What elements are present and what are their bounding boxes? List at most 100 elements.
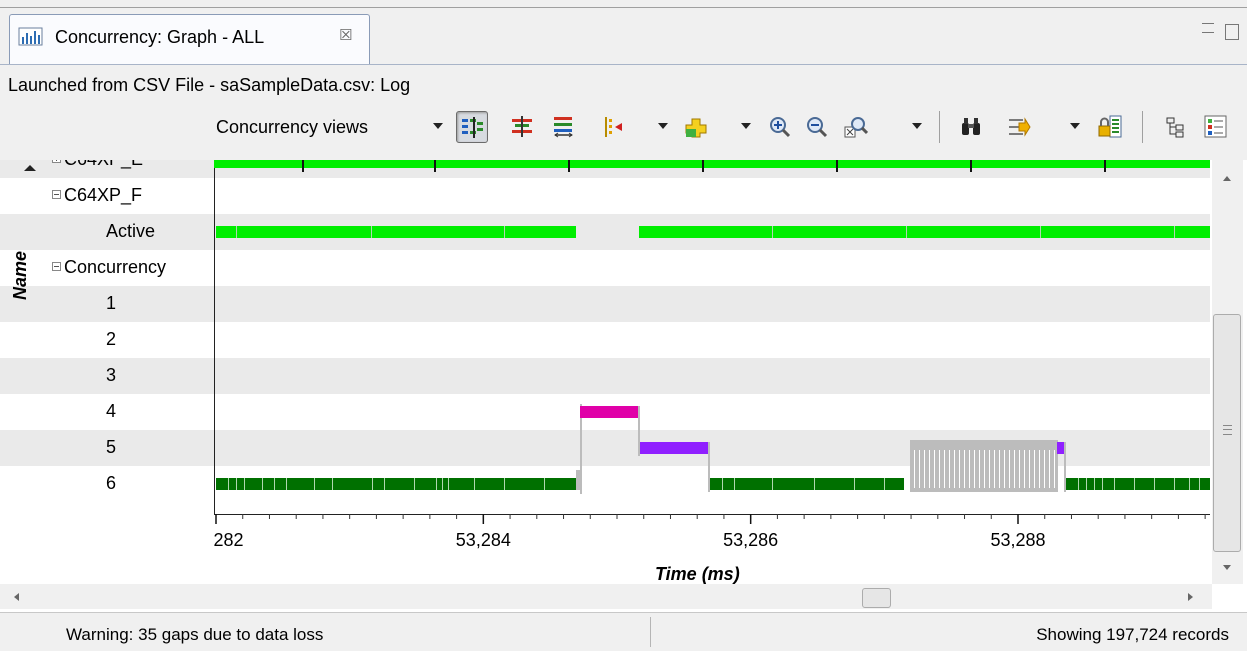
toolbar-separator: [939, 111, 940, 143]
view-header: Launched from CSV File - saSampleData.cs…: [0, 64, 1247, 160]
zoom-fit-button[interactable]: [840, 111, 872, 143]
transition-gap: [949, 450, 950, 488]
x-tick-label: 53,286: [723, 530, 778, 550]
concurrency-6-bar: [1066, 478, 1210, 490]
concurrency-6-bar-separator: [1078, 478, 1079, 490]
transition-gap: [999, 450, 1000, 488]
split-view-button[interactable]: [506, 111, 538, 143]
zoom-in-button[interactable]: [764, 111, 796, 143]
collapse-icon[interactable]: [52, 262, 61, 271]
navigate-back-button[interactable]: [598, 111, 630, 143]
row-label: 5: [106, 437, 117, 457]
expand-icon[interactable]: [52, 160, 61, 163]
row-label: C64XP_E: [64, 160, 143, 170]
grip-icon: [1223, 425, 1232, 435]
concurrency-6-bar-separator: [442, 478, 443, 490]
concurrency-6-bar-separator: [474, 478, 475, 490]
status-bar: Warning: 35 gaps due to data loss Showin…: [0, 612, 1247, 651]
row-stripe: [214, 286, 1210, 322]
transition-gap: [939, 450, 940, 488]
collapse-icon[interactable]: [52, 190, 61, 199]
row-c64xp-f[interactable]: C64XP_F: [0, 178, 214, 214]
concurrency-6-bar-separator: [1174, 478, 1175, 490]
legend-button[interactable]: [1200, 111, 1232, 143]
concurrency-6-bar-separator: [414, 478, 415, 490]
row-1[interactable]: 1: [0, 286, 214, 322]
transition-gap: [1014, 450, 1015, 488]
concurrency-6-bar-separator: [244, 478, 245, 490]
transition-gap: [929, 450, 930, 488]
c64xp-e-tick: [836, 160, 838, 172]
graph-view-button[interactable]: [456, 111, 488, 143]
concurrency-5-bar: [640, 442, 708, 454]
row-5[interactable]: 5: [0, 430, 214, 466]
filter-dropdown-arrow[interactable]: [1070, 123, 1080, 129]
c64xp-e-active-bar: [214, 160, 1210, 168]
concurrency-6-bar-separator: [772, 478, 773, 490]
navigate-dropdown-arrow[interactable]: [658, 123, 668, 129]
row-active[interactable]: Active: [0, 214, 214, 250]
zoom-out-button[interactable]: [801, 111, 833, 143]
find-button[interactable]: [955, 111, 987, 143]
tab-concurrency-graph[interactable]: Concurrency: Graph - ALL ☒: [9, 14, 370, 64]
name-axis-title: Name: [10, 250, 30, 300]
vertical-scroll-thumb[interactable]: [1213, 314, 1241, 552]
concurrency-6-bar-separator: [884, 478, 885, 490]
concurrency-6-bar: [710, 478, 904, 490]
highlight-button[interactable]: [680, 111, 712, 143]
transition-gap: [964, 450, 965, 488]
concurrency-6-bar-separator: [1114, 478, 1115, 490]
vertical-scrollbar[interactable]: [1212, 160, 1243, 584]
transition-gap: [1019, 450, 1020, 488]
scroll-right-arrow-icon[interactable]: [1188, 593, 1193, 601]
concurrency-5-bar: [1057, 442, 1064, 454]
horizontal-scroll-thumb[interactable]: [862, 588, 891, 608]
active-bar-separator: [906, 226, 907, 238]
transition-line: [1064, 442, 1066, 492]
row-4[interactable]: 4: [0, 394, 214, 430]
filter-button[interactable]: [1003, 111, 1035, 143]
scroll-up-icon[interactable]: [23, 164, 37, 172]
lock-button[interactable]: [1094, 111, 1126, 143]
transition-line: [638, 406, 640, 456]
concurrency-6-bar-separator: [544, 478, 545, 490]
horizontal-scrollbar[interactable]: [0, 584, 1212, 609]
row-label: 2: [106, 329, 117, 349]
close-icon[interactable]: ☒: [339, 26, 352, 44]
x-tick-label: 53,288: [990, 530, 1045, 550]
row-label: 6: [106, 473, 117, 493]
concurrency-6-bar: [216, 478, 576, 490]
editor-tab-bar: Concurrency: Graph - ALL ☒: [0, 0, 1247, 64]
split-view-icon: [512, 116, 532, 137]
row-6[interactable]: 6: [0, 466, 214, 502]
range-view-button[interactable]: [548, 111, 580, 143]
transition-gap: [919, 450, 920, 488]
row-2[interactable]: 2: [0, 322, 214, 358]
active-bar-separator: [236, 226, 237, 238]
concurrency-6-bar-separator: [448, 478, 449, 490]
graph-canvas[interactable]: 53,282 53,284 53,286 53,288: [214, 160, 1210, 584]
transition-gap: [959, 450, 960, 488]
x-axis-title: Time (ms): [655, 564, 740, 584]
zoom-out-icon: [807, 117, 828, 138]
highlight-dropdown-arrow[interactable]: [741, 123, 751, 129]
row-label: Active: [106, 221, 156, 241]
concurrency-6-bar-separator: [814, 478, 815, 490]
tab-bar-border: [0, 7, 1247, 8]
transition-gap: [1024, 450, 1025, 488]
zoom-fit-icon: [844, 117, 868, 138]
scroll-up-arrow-icon[interactable]: [1223, 176, 1231, 181]
zoom-dropdown-arrow[interactable]: [912, 123, 922, 129]
maximize-icon[interactable]: [1225, 24, 1239, 40]
row-concurrency[interactable]: Concurrency: [0, 250, 214, 286]
minimize-icon[interactable]: [1202, 23, 1214, 33]
tree-button[interactable]: [1160, 111, 1192, 143]
status-record-count: Showing 197,724 records: [1036, 625, 1229, 644]
scroll-left-arrow-icon[interactable]: [14, 593, 19, 601]
row-3[interactable]: 3: [0, 358, 214, 394]
concurrency-6-bar-separator: [274, 478, 275, 490]
transition-gap: [1034, 450, 1035, 488]
scroll-down-arrow-icon[interactable]: [1223, 565, 1231, 570]
views-dropdown-arrow[interactable]: [433, 123, 443, 129]
concurrency-6-bar-separator: [1094, 478, 1095, 490]
